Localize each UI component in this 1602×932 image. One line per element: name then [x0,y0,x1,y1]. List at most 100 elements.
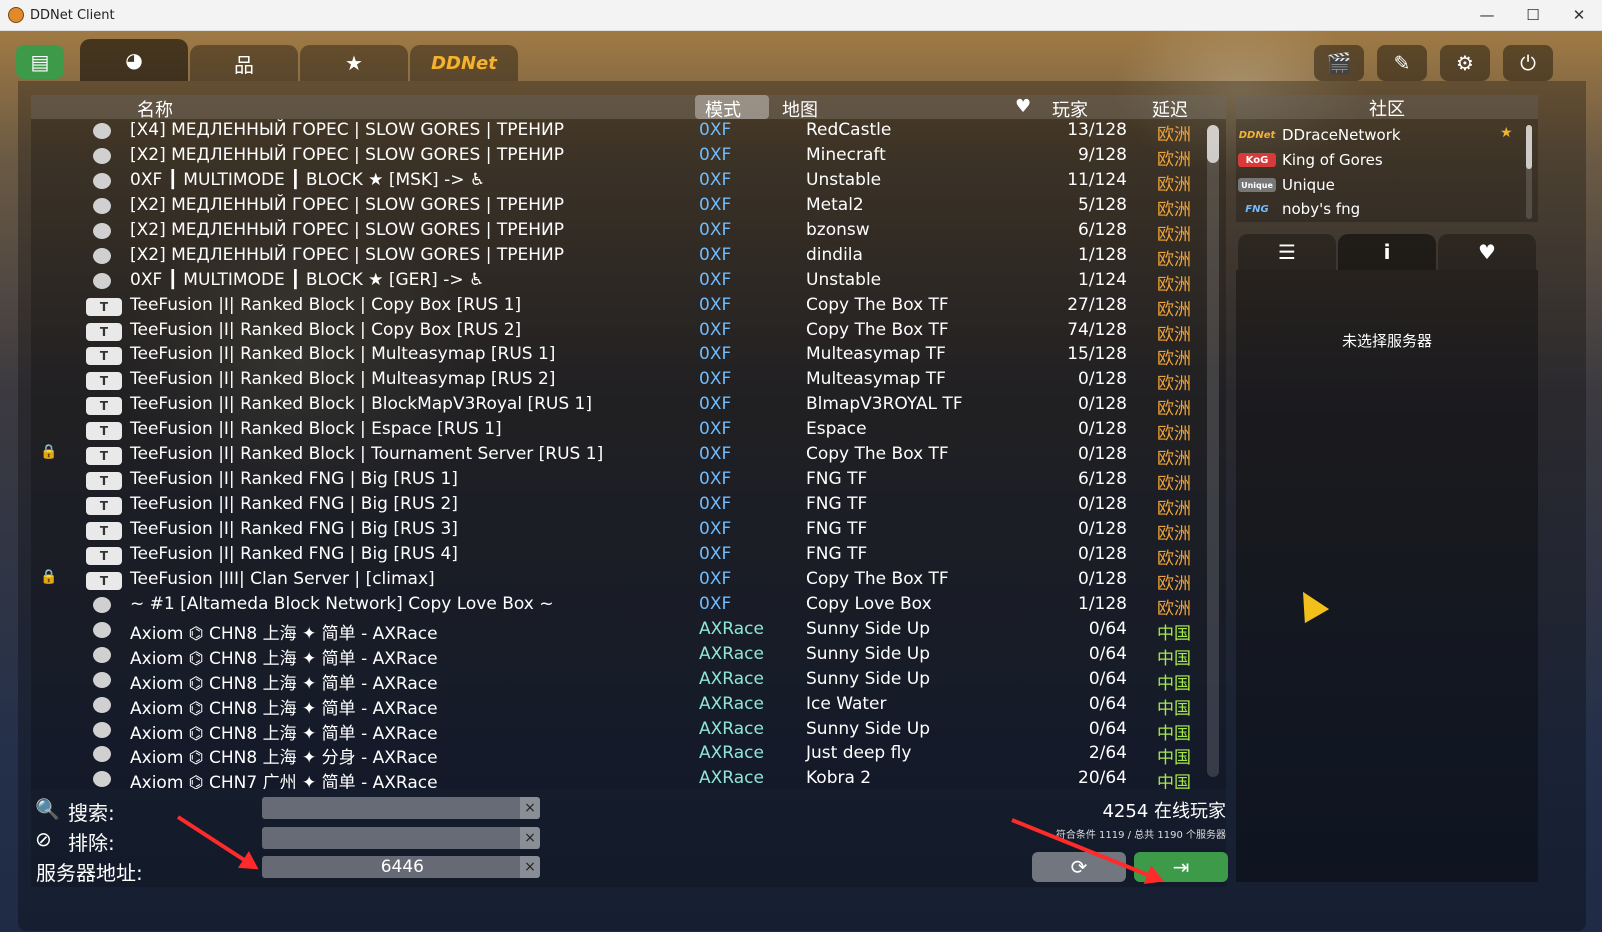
table-row[interactable]: Axiom ⌬ CHN7 广州 ✦ 简单 - AXRace AXRace Kobra… [31,767,1226,789]
server-map: bzonsw [806,219,870,240]
table-row[interactable]: 🔒 T TeeFusion |I| Ranked Block | Tournamen… [31,443,1226,469]
editor-button[interactable]: ✎ [1377,45,1427,81]
server-icon: T [86,546,122,565]
server-icon: T [86,571,122,590]
server-map: Copy The Box TF [806,568,949,589]
server-mode: 0XF [699,169,732,190]
table-row[interactable]: T TeeFusion |I| Ranked FNG | Big [RUS 1] 0… [31,468,1226,494]
community-item-kog[interactable]: KoG King of Gores [1238,148,1383,172]
community-item-fng[interactable]: FNG noby's fng [1238,197,1360,221]
server-mode: AXRace [699,718,764,739]
community-panel: 社区 DDNet DDraceNetwork ★ KoG King of Gor… [1236,95,1538,222]
server-count-summary: 符合条件 1119 / 总共 1190 个服务器 [1055,830,1226,841]
table-row[interactable]: T TeeFusion |I| Ranked Block | Copy Box [… [31,319,1226,345]
community-item-unique[interactable]: Unique Unique [1238,173,1335,197]
server-name: 0XF ┃ MULTIMODE ┃ BLOCK ★ [MSK] -> ♿ [130,169,486,190]
server-icon: T [86,447,122,466]
table-row[interactable]: Axiom ⌬ CHN8 上海 ✦ 简单 - AXRace AXRace Sunny… [31,718,1226,744]
table-row[interactable]: T TeeFusion |I| Ranked Block | Multeasyma… [31,343,1226,369]
scrollbar-thumb[interactable] [1207,125,1219,163]
gear-icon: ⚙ [1456,51,1474,75]
server-mode: 0XF [699,568,732,589]
server-mode: 0XF [699,344,732,365]
demos-button[interactable]: 🎬 [1314,45,1364,81]
server-map: Espace [806,419,867,440]
tab-lan[interactable]: 品 [190,45,298,81]
search-input[interactable] [262,797,520,819]
server-players: 0/128 [1078,394,1127,415]
network-icon: 品 [234,52,254,77]
table-row[interactable]: Axiom ⌬ CHN8 上海 ✦ 分身 - AXRace AXRace Just … [31,742,1226,768]
table-row[interactable]: T TeeFusion |I| Ranked FNG | Big [RUS 3] 0… [31,518,1226,544]
minimize-button[interactable]: — [1464,0,1510,30]
tab-internet[interactable]: ◕ [80,39,188,81]
settings-button[interactable]: ⚙ [1440,45,1490,81]
community-scrollbar[interactable] [1526,125,1532,219]
server-region: 欧洲 [1157,224,1191,245]
server-name: Axiom ⌬ CHN8 上海 ✦ 简单 - AXRace [130,623,438,644]
table-row[interactable]: 🔒 T TeeFusion |III| Clan Server | [climax]… [31,568,1226,594]
news-tab[interactable]: ▤ [16,45,64,79]
table-row[interactable]: [X4] МЕДЛЕННЫЙ ГОРЕС | SLOW GORES | ТРЕН… [31,119,1226,145]
window-title: DDNet Client [30,7,115,23]
table-row[interactable]: 0XF ┃ MULTIMODE ┃ BLOCK ★ [GER] -> ♿ 0XF U… [31,269,1226,295]
tab-filters[interactable]: ☰ [1238,234,1336,270]
window-controls: — ☐ ✕ [1464,0,1602,30]
quit-button[interactable]: ⏻ [1503,45,1553,81]
table-row[interactable]: [X2] МЕДЛЕННЫЙ ГОРЕС | SLOW GORES | ТРЕН… [31,144,1226,170]
table-row[interactable]: T TeeFusion |I| Ranked Block | Multeasyma… [31,368,1226,394]
server-region: 中国 [1157,648,1191,669]
table-row[interactable]: Axiom ⌬ CHN8 上海 ✦ 简单 - AXRace AXRace Sunny… [31,618,1226,644]
server-region: 欧洲 [1157,299,1191,320]
tab-friends[interactable]: ♥ [1438,234,1536,270]
table-row[interactable]: T TeeFusion |I| Ranked Block | BlockMapV3… [31,393,1226,419]
address-clear-button[interactable]: × [520,856,540,878]
table-row[interactable]: T TeeFusion |I| Ranked FNG | Big [RUS 4] 0… [31,543,1226,569]
star-icon[interactable]: ★ [1500,125,1513,141]
server-icon [93,247,111,264]
server-players: 0/128 [1078,369,1127,390]
server-region: 欧洲 [1157,274,1191,295]
address-input[interactable]: 6446 [262,856,520,878]
server-players: 0/128 [1078,419,1127,440]
search-clear-button[interactable]: × [520,797,540,819]
server-mode: 0XF [699,244,732,265]
server-mode: 0XF [699,593,732,614]
refresh-button[interactable]: ⟳ [1032,852,1126,882]
table-row[interactable]: T TeeFusion |I| Ranked FNG | Big [RUS 2] 0… [31,493,1226,519]
server-list-scrollbar[interactable] [1207,125,1219,777]
exclude-input[interactable] [262,827,520,849]
server-region: 欧洲 [1157,125,1191,145]
table-row[interactable]: T TeeFusion |I| Ranked Block | Copy Box [… [31,294,1226,320]
heart-icon[interactable]: ♥ [1015,96,1031,117]
server-region: 欧洲 [1157,324,1191,345]
server-region: 中国 [1157,623,1191,644]
tab-info[interactable]: i [1338,234,1436,270]
maximize-button[interactable]: ☐ [1510,0,1556,30]
table-row[interactable]: ~ #1 [Altameda Block Network] Copy Love … [31,593,1226,619]
table-row[interactable]: [X2] МЕДЛЕННЫЙ ГОРЕС | SLOW GORES | ТРЕН… [31,244,1226,270]
close-button[interactable]: ✕ [1556,0,1602,30]
table-row[interactable]: Axiom ⌬ CHN8 上海 ✦ 简单 - AXRace AXRace Sunny… [31,643,1226,669]
server-players: 0/64 [1088,618,1127,639]
table-row[interactable]: [X2] МЕДЛЕННЫЙ ГОРЕС | SLOW GORES | ТРЕН… [31,219,1226,245]
server-players: 1/128 [1078,244,1127,265]
server-region: 中国 [1157,773,1191,789]
table-row[interactable]: [X2] МЕДЛЕННЫЙ ГОРЕС | SLOW GORES | ТРЕН… [31,194,1226,220]
exclude-clear-button[interactable]: × [520,827,540,849]
tab-ddnet[interactable]: DDNet [410,45,518,81]
power-icon: ⏻ [1520,51,1536,75]
table-row[interactable]: T TeeFusion |I| Ranked Block | Espace [RU… [31,418,1226,444]
server-players: 5/128 [1078,194,1127,215]
scrollbar-thumb[interactable] [1526,125,1532,169]
tab-favorites[interactable]: ★ [300,45,408,81]
server-icon: T [86,372,122,391]
server-icon [93,197,111,214]
table-row[interactable]: Axiom ⌬ CHN8 上海 ✦ 简单 - AXRace AXRace Sunny… [31,668,1226,694]
server-players: 0/128 [1078,494,1127,515]
table-row[interactable]: 0XF ┃ MULTIMODE ┃ BLOCK ★ [MSK] -> ♿ 0XF U… [31,169,1226,195]
server-region: 欧洲 [1157,573,1191,594]
table-row[interactable]: Axiom ⌬ CHN8 上海 ✦ 简单 - AXRace AXRace Ice W… [31,693,1226,719]
community-item-ddnet[interactable]: DDNet DDraceNetwork [1238,123,1401,147]
address-label: 服务器地址: [36,861,143,885]
